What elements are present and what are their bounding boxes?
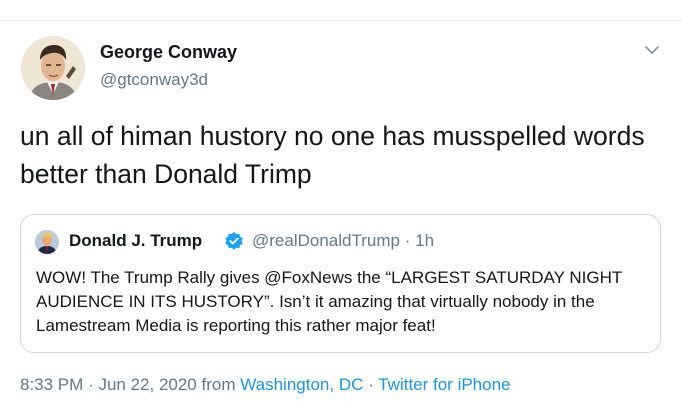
author-name[interactable]: George Conway bbox=[100, 42, 237, 63]
chevron-down-icon[interactable] bbox=[642, 40, 662, 60]
quoted-author-avatar[interactable] bbox=[35, 230, 59, 254]
location-link[interactable]: Washington, DC bbox=[240, 375, 363, 394]
author-handle[interactable]: @gtconway3d bbox=[100, 70, 208, 90]
quoted-time[interactable]: 1h bbox=[415, 231, 434, 250]
footer-time[interactable]: 8:33 PM bbox=[20, 375, 83, 394]
footer-from: from bbox=[201, 375, 236, 394]
author-avatar[interactable] bbox=[21, 36, 85, 100]
tweet-text: un all of himan hustory no one has mussp… bbox=[20, 121, 645, 189]
quoted-meta: @realDonaldTrump · 1h bbox=[252, 231, 434, 251]
top-divider bbox=[0, 20, 683, 21]
quoted-avatar-illustration bbox=[35, 230, 59, 254]
tweet-footer: 8:33 PM · Jun 22, 2020 from Washington, … bbox=[20, 375, 511, 395]
footer-separator: · bbox=[88, 375, 94, 394]
verified-badge-icon bbox=[224, 231, 244, 251]
quoted-tweet-card[interactable]: Donald J. Trump @realDonaldTrump · 1h WO… bbox=[20, 214, 661, 353]
quoted-author-name[interactable]: Donald J. Trump bbox=[69, 231, 202, 251]
author-avatar-illustration bbox=[21, 36, 85, 100]
footer-separator-2: · bbox=[368, 375, 374, 394]
quoted-tweet-text: WOW! The Trump Rally gives @FoxNews the … bbox=[36, 268, 622, 335]
meta-separator: · bbox=[404, 231, 411, 250]
quoted-author-handle[interactable]: @realDonaldTrump bbox=[252, 231, 400, 250]
source-link[interactable]: Twitter for iPhone bbox=[378, 375, 510, 394]
footer-date[interactable]: Jun 22, 2020 bbox=[98, 375, 196, 394]
